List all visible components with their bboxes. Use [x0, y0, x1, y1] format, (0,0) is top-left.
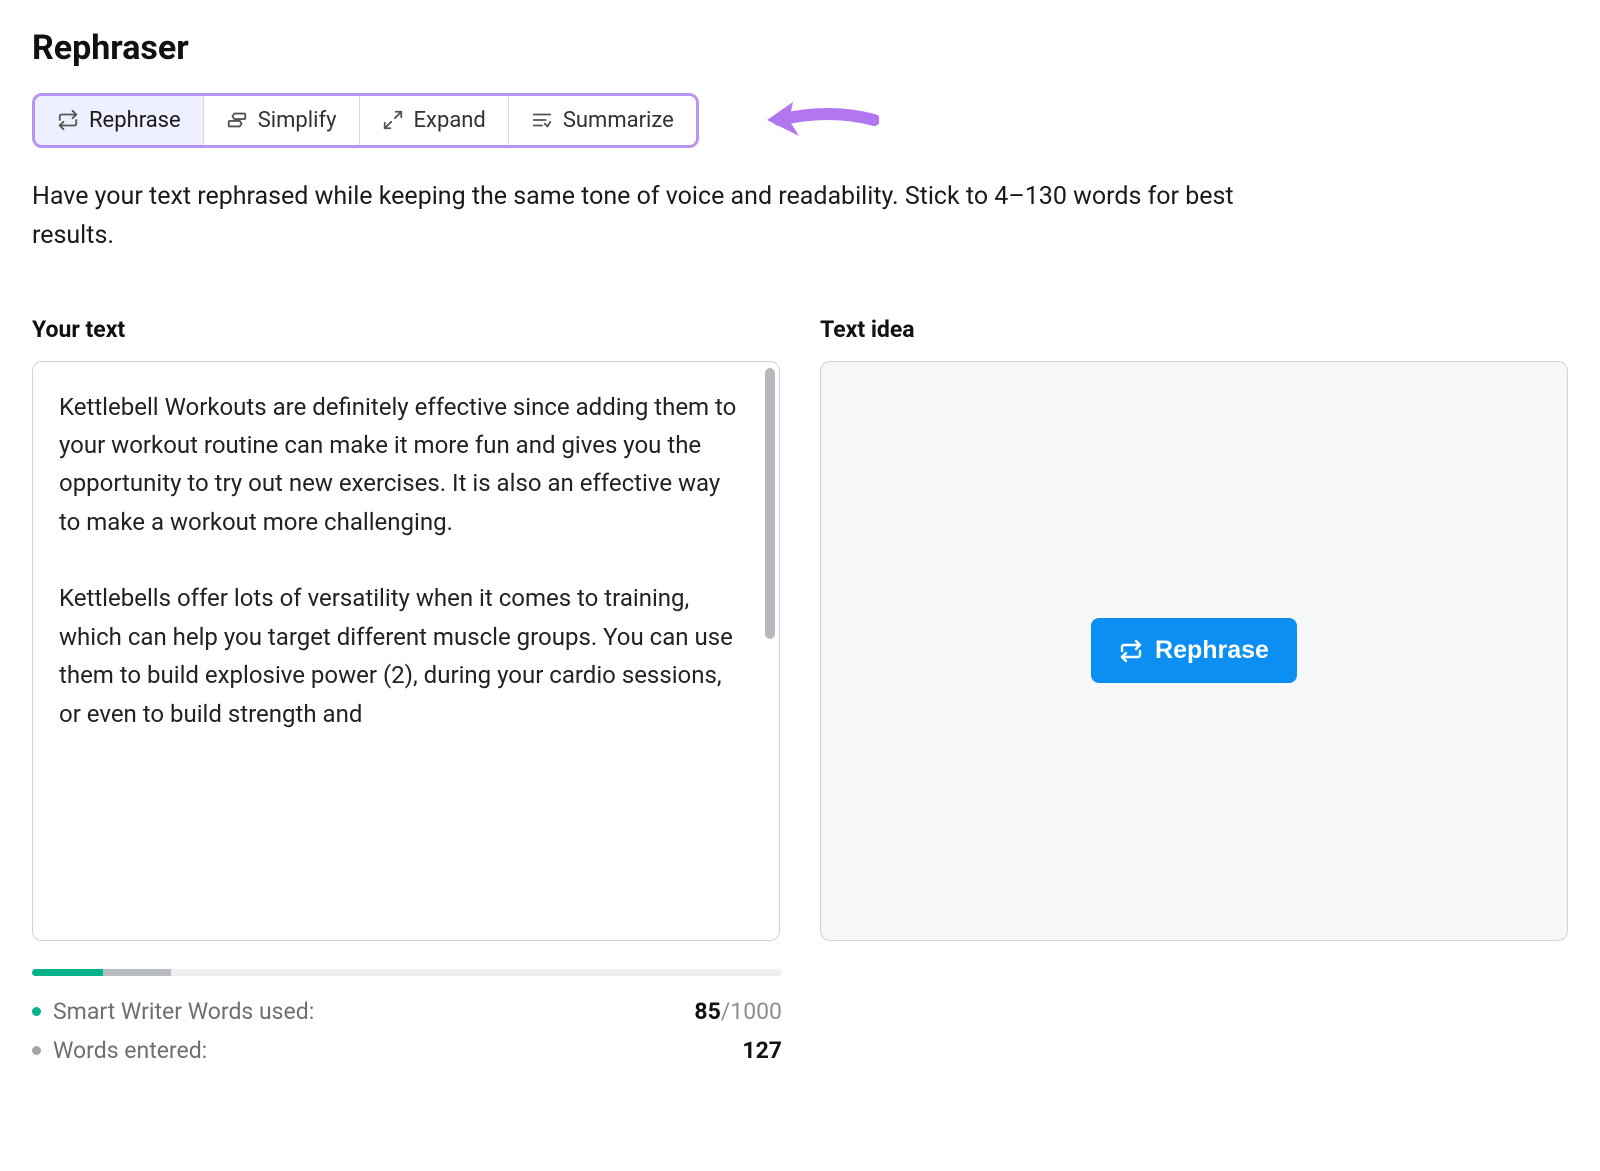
tab-expand[interactable]: Expand: [360, 96, 509, 145]
rephrase-icon: [1119, 639, 1143, 663]
your-text-label: Your text: [32, 316, 780, 343]
stat-smart-writer: Smart Writer Words used: 85/1000: [32, 998, 782, 1025]
your-text-input[interactable]: Kettlebell Workouts are definitely effec…: [33, 362, 763, 940]
simplify-icon: [226, 109, 248, 131]
tab-label: Expand: [414, 108, 486, 133]
description-text: Have your text rephrased while keeping t…: [32, 178, 1312, 256]
right-pane: Text idea Rephrase: [820, 316, 1568, 941]
tab-label: Simplify: [258, 108, 337, 133]
your-text-box: Kettlebell Workouts are definitely effec…: [32, 361, 780, 941]
summarize-icon: [531, 109, 553, 131]
rephrase-button-label: Rephrase: [1155, 636, 1269, 665]
stat-words-value: 127: [742, 1037, 782, 1064]
tab-group: Rephrase Simplify Expand Summarize: [32, 93, 699, 148]
tab-simplify[interactable]: Simplify: [204, 96, 360, 145]
stat-total-value: 1000: [730, 998, 782, 1025]
tab-label: Summarize: [563, 108, 674, 133]
stat-used-value: 85: [694, 998, 720, 1025]
tab-rephrase[interactable]: Rephrase: [35, 96, 204, 145]
stat-words-entered: Words entered: 127: [32, 1037, 782, 1064]
tab-label: Rephrase: [89, 108, 181, 133]
text-idea-box: Rephrase: [820, 361, 1568, 941]
tab-summarize[interactable]: Summarize: [509, 96, 696, 145]
tab-row: Rephrase Simplify Expand Summarize: [32, 90, 1568, 150]
annotation-arrow-icon: [759, 90, 879, 150]
dot-gray-icon: [32, 1046, 41, 1055]
progress-used-segment: [32, 969, 103, 976]
scrollbar-thumb[interactable]: [765, 368, 775, 640]
text-idea-label: Text idea: [820, 316, 1568, 343]
rephrase-icon: [57, 109, 79, 131]
stat-label: Words entered:: [53, 1037, 207, 1064]
left-pane: Your text Kettlebell Workouts are defini…: [32, 316, 780, 941]
rephrase-button[interactable]: Rephrase: [1091, 618, 1297, 683]
scrollbar[interactable]: [765, 368, 775, 934]
stats: Smart Writer Words used: 85/1000 Words e…: [32, 998, 782, 1064]
dot-green-icon: [32, 1007, 41, 1016]
progress-bar: [32, 969, 782, 976]
expand-icon: [382, 109, 404, 131]
stat-label: Smart Writer Words used:: [53, 998, 314, 1025]
progress-entered-segment: [103, 969, 171, 976]
panes: Your text Kettlebell Workouts are defini…: [32, 316, 1568, 941]
page-title: Rephraser: [32, 28, 1568, 68]
